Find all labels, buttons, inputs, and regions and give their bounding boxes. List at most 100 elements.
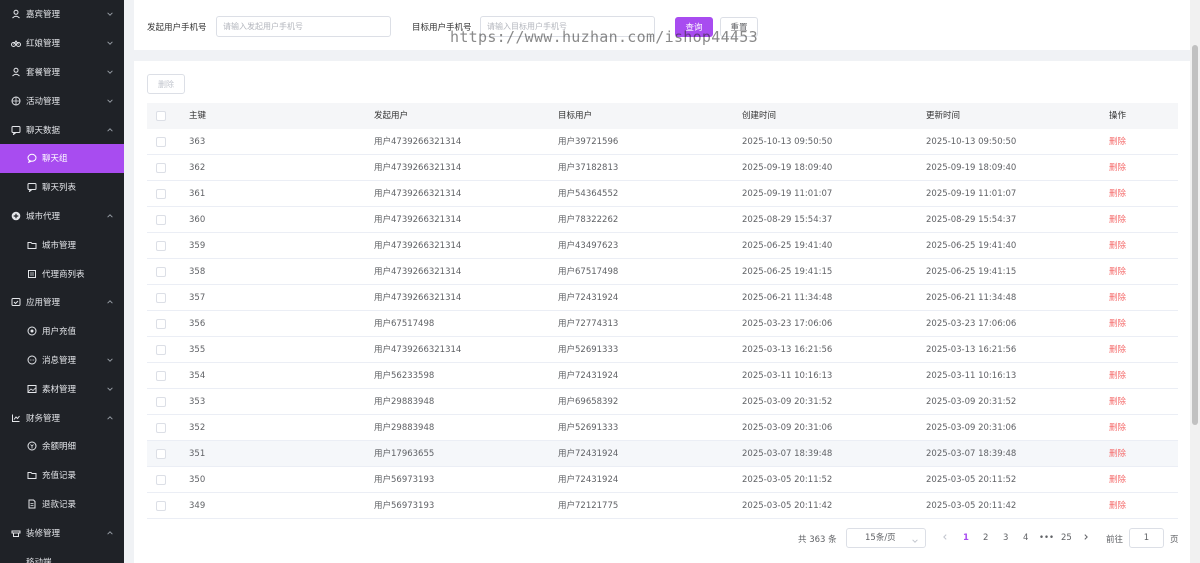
row-checkbox[interactable] [156,371,166,381]
cell-to-user: 用户39721596 [558,137,619,147]
cell-created-time: 2025-03-11 10:16:13 [742,371,833,381]
sidebar-item[interactable]: 装修管理 [0,518,124,547]
cell-updated-time: 2025-06-25 19:41:15 [926,267,1017,277]
table-row: 361 用户4739266321314 用户54364552 2025-09-19 1… [147,181,1178,207]
bike-icon [10,37,22,49]
sidebar-item[interactable]: 充值记录 [0,461,124,490]
chevron-up-icon [106,212,114,220]
cell-created-time: 2025-06-25 19:41:15 [742,267,833,277]
row-delete-link[interactable]: 删除 [1109,311,1126,337]
row-checkbox[interactable] [156,215,166,225]
cell-to-user: 用户69658392 [558,397,619,407]
more-pages-icon[interactable]: ••• [1039,533,1054,543]
row-delete-link[interactable]: 删除 [1109,155,1126,181]
next-page-icon[interactable] [1082,533,1090,543]
sidebar-item[interactable]: 余额明细 [0,432,124,461]
row-delete-link[interactable]: 删除 [1109,441,1126,467]
cell-to-user: 用户37182813 [558,163,619,173]
row-checkbox[interactable] [156,267,166,277]
page-number[interactable]: 2 [983,533,988,543]
cell-id: 362 [189,163,206,173]
row-checkbox[interactable] [156,189,166,199]
row-delete-link[interactable]: 删除 [1109,493,1126,519]
row-checkbox[interactable] [156,345,166,355]
cell-id: 354 [189,371,206,381]
row-checkbox[interactable] [156,319,166,329]
cell-from-user: 用户4739266321314 [374,163,462,173]
reset-button[interactable]: 重置 [720,17,758,37]
chevron-up-icon [106,529,114,537]
sidebar-item-label: 城市管理 [42,240,77,251]
sidebar-item[interactable]: 应用管理 [0,288,124,317]
page-number[interactable]: 4 [1023,533,1028,543]
from-phone-input[interactable] [216,16,391,37]
cell-from-user: 用户4739266321314 [374,293,462,303]
sidebar-item[interactable]: 聊天组 [0,143,124,173]
row-delete-link[interactable]: 删除 [1109,415,1126,441]
sidebar-item[interactable]: 聊天数据 [0,115,124,144]
page-size-value: 15条/页 [865,533,896,543]
row-delete-link[interactable]: 删除 [1109,285,1126,311]
cell-to-user: 用户72431924 [558,449,619,459]
prev-page-icon[interactable] [941,533,949,543]
cell-from-user: 用户4739266321314 [374,267,462,277]
cell-to-user: 用户43497623 [558,241,619,251]
row-delete-link[interactable]: 删除 [1109,467,1126,493]
sidebar-item[interactable]: 财务管理 [0,403,124,432]
vertical-scrollbar[interactable] [1190,0,1200,563]
search-panel: 发起用户手机号 目标用户手机号 查询 重置 [134,0,1190,50]
page-number[interactable]: 25 [1061,533,1072,543]
sidebar-item[interactable]: 消息管理 [0,346,124,375]
page-number[interactable]: 3 [1003,533,1008,543]
page-size-select[interactable]: 15条/页 [846,528,926,548]
query-button[interactable]: 查询 [675,17,713,37]
sidebar-item[interactable]: 套餐管理 [0,58,124,87]
sidebar-item[interactable]: 素材管理 [0,374,124,403]
row-checkbox[interactable] [156,423,166,433]
cell-updated-time: 2025-08-29 15:54:37 [926,215,1017,225]
to-phone-input[interactable] [480,16,655,37]
sidebar-item[interactable]: 城市代理 [0,202,124,231]
cell-updated-time: 2025-03-05 20:11:52 [926,475,1017,485]
page-number[interactable]: 1 [963,533,969,543]
cell-updated-time: 2025-03-07 18:39:48 [926,449,1017,459]
row-delete-link[interactable]: 删除 [1109,337,1126,363]
row-delete-link[interactable]: 删除 [1109,181,1126,207]
row-checkbox[interactable] [156,475,166,485]
sidebar-item[interactable]: 聊天列表 [0,173,124,202]
scrollbar-thumb[interactable] [1192,45,1198,425]
row-delete-link[interactable]: 删除 [1109,363,1126,389]
sidebar-item[interactable]: 嘉宾管理 [0,0,124,29]
sidebar-item[interactable]: 活动管理 [0,86,124,115]
row-checkbox[interactable] [156,137,166,147]
sidebar-item[interactable]: 用户充值 [0,317,124,346]
cell-updated-time: 2025-03-09 20:31:06 [926,423,1017,433]
cell-created-time: 2025-03-05 20:11:42 [742,501,833,511]
row-checkbox[interactable] [156,163,166,173]
row-checkbox[interactable] [156,293,166,303]
goto-page-input[interactable]: 1 [1129,528,1164,548]
row-checkbox[interactable] [156,501,166,511]
row-delete-link[interactable]: 删除 [1109,389,1126,415]
sidebar-item-label: 代理商列表 [42,269,85,280]
row-delete-link[interactable]: 删除 [1109,233,1126,259]
sidebar-item-label: 消息管理 [42,355,77,366]
header-id: 主键 [189,111,207,121]
sidebar-item[interactable]: 移动端 [0,547,124,563]
cell-updated-time: 2025-03-11 10:16:13 [926,371,1017,381]
batch-delete-button[interactable]: 删除 [147,74,185,94]
row-delete-link[interactable]: 删除 [1109,207,1126,233]
sidebar-item[interactable]: 红娘管理 [0,29,124,58]
sidebar-item[interactable]: 退款记录 [0,490,124,519]
row-delete-link[interactable]: 删除 [1109,259,1126,285]
row-checkbox[interactable] [156,449,166,459]
cell-updated-time: 2025-06-21 11:34:48 [926,293,1017,303]
row-delete-link[interactable]: 删除 [1109,129,1126,155]
cell-created-time: 2025-03-09 20:31:52 [742,397,833,407]
cell-to-user: 用户72431924 [558,371,619,381]
sidebar-item[interactable]: 代理商列表 [0,259,124,288]
select-all-checkbox[interactable] [156,111,166,121]
row-checkbox[interactable] [156,241,166,251]
sidebar-item[interactable]: 城市管理 [0,230,124,259]
row-checkbox[interactable] [156,397,166,407]
